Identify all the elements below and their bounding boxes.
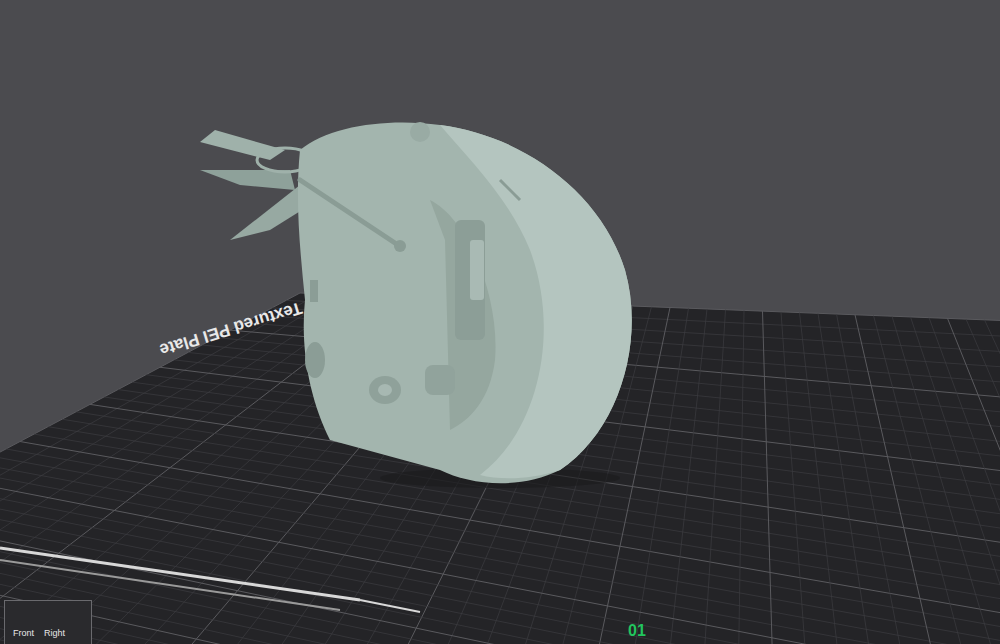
cube-face-label[interactable]: Right: [44, 629, 65, 639]
navigation-cube[interactable]: Front Right: [4, 600, 92, 644]
slicer-viewport[interactable]: Textured PEI Plate 01 Front Right: [0, 0, 1000, 644]
helmet-model[interactable]: [200, 122, 632, 488]
cube-face-label[interactable]: Front: [13, 629, 34, 639]
plate-label: Textured PEI Plate: [157, 298, 304, 359]
plate-number: 01: [628, 622, 646, 639]
scene[interactable]: Textured PEI Plate 01: [0, 0, 1000, 644]
